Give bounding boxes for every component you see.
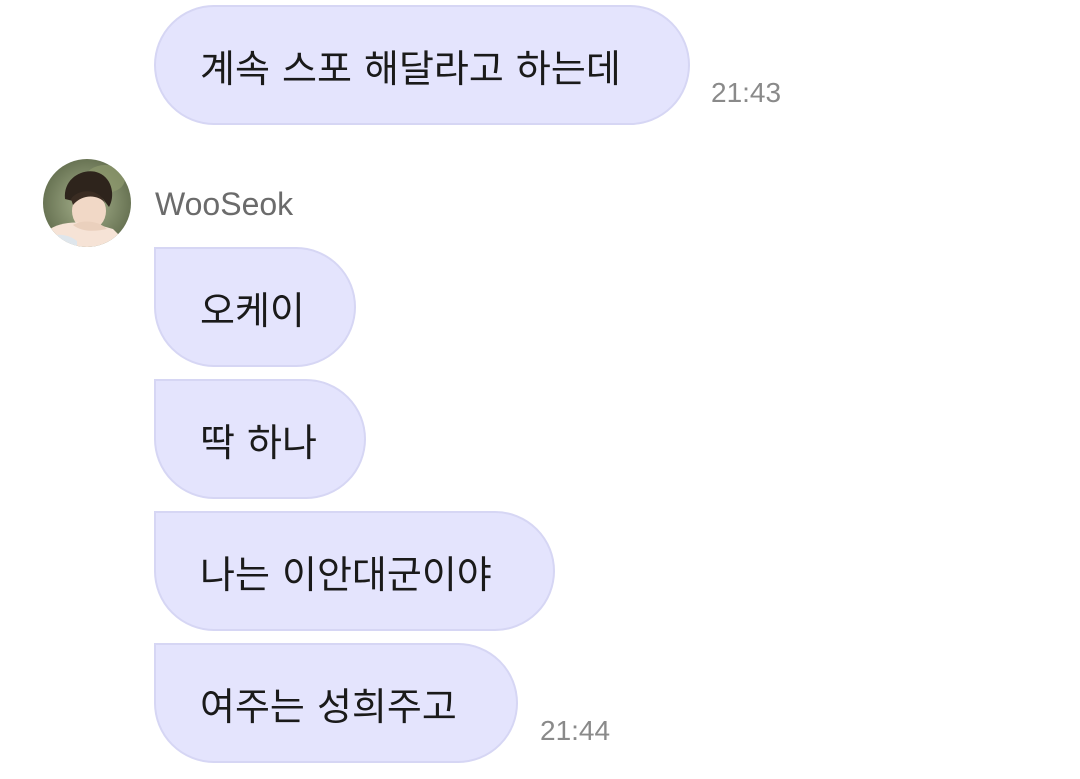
message-bubble[interactable]: 여주는 성희주고	[154, 643, 518, 763]
message-text: 계속 스포 해달라고 하는데	[200, 46, 621, 91]
message-text: 딱 하나	[200, 420, 317, 465]
message-timestamp: 21:43	[711, 77, 782, 108]
message-bubble[interactable]: 딱 하나	[154, 379, 366, 499]
message-text: 여주는 성희주고	[200, 684, 457, 729]
sender-name: WooSeok	[155, 186, 294, 222]
message-bubble[interactable]: 나는 이안대군이야	[154, 511, 555, 631]
message-text: 오케이	[200, 288, 305, 333]
message-timestamp: 21:44	[540, 715, 611, 746]
message-text: 나는 이안대군이야	[200, 552, 492, 597]
profile-photo-icon	[43, 159, 131, 247]
message-bubble-previous[interactable]: 계속 스포 해달라고 하는데	[154, 5, 690, 125]
avatar[interactable]	[43, 159, 131, 247]
message-bubble[interactable]: 오케이	[154, 247, 356, 367]
